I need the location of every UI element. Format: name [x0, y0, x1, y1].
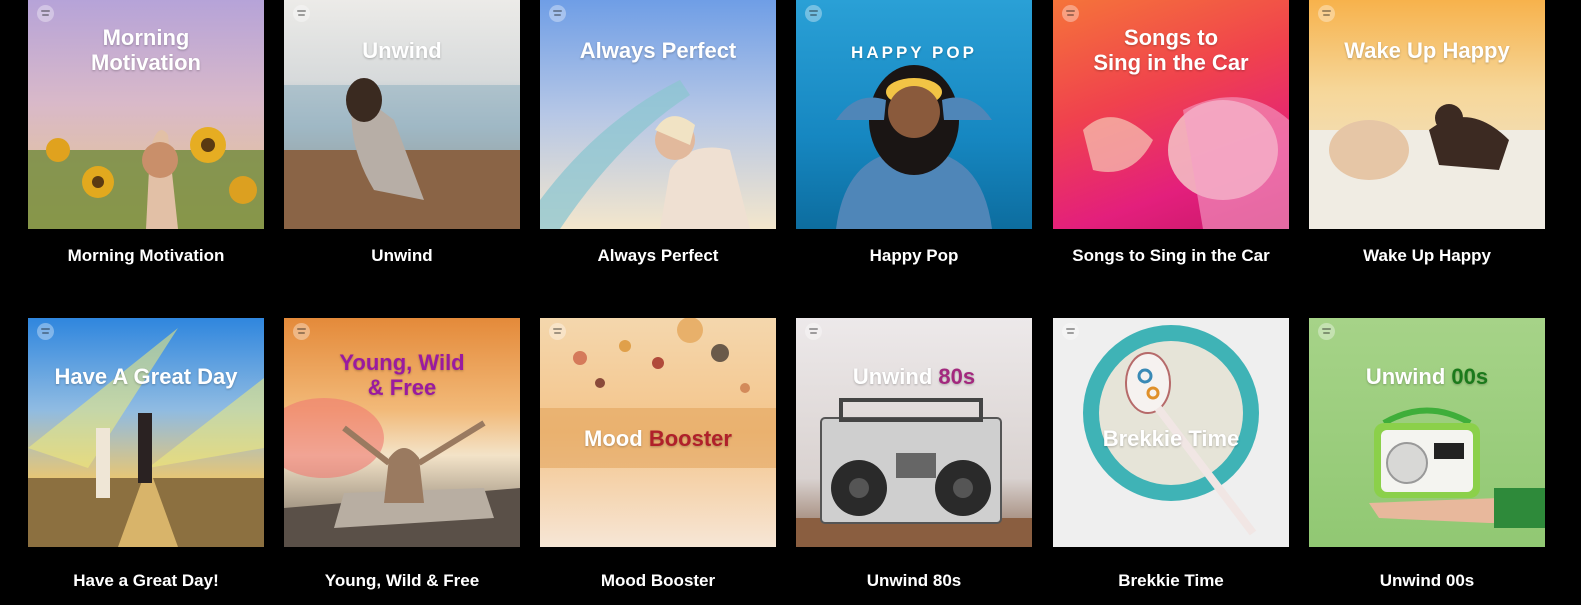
cover-title: Always Perfect [579, 38, 737, 63]
playlist-title[interactable]: Songs to Sing in the Car [1053, 246, 1289, 266]
playlist-title[interactable]: Young, Wild & Free [284, 571, 520, 591]
playlist-title[interactable]: Morning Motivation [28, 246, 264, 266]
playlist-title[interactable]: Mood Booster [540, 571, 776, 591]
playlist-card-unwind-80s[interactable]: Unwind 80s Unwind 80s [796, 318, 1032, 590]
playlist-grid: Morning Motivation Morning Motivation Unw… [0, 0, 1581, 605]
laughing-person-scene-icon [836, 65, 992, 229]
playlist-title[interactable]: Unwind 80s [796, 571, 1032, 591]
cover-title: Wake Up Happy [1344, 38, 1510, 63]
cover-title: Unwind 80s [852, 364, 976, 389]
lake-pier-scene-icon [284, 78, 520, 229]
playlist-cover[interactable]: HAPPY POP [796, 0, 1032, 229]
cover-title: HAPPY POP [851, 43, 977, 62]
playlist-card-always-perfect[interactable]: Always Perfect Always Perfect [540, 0, 776, 265]
playlist-cover[interactable]: Brekkie Time [1053, 318, 1289, 547]
woman-scarf-scene-icon [540, 80, 750, 229]
cover-title: Young, Wild & Free [339, 350, 465, 400]
playlist-card-songs-to-sing-in-the-car[interactable]: Songs to Sing in the Car Songs to Sing in… [1053, 0, 1289, 265]
playlist-card-have-a-great-day[interactable]: Have A Great Day Have a Great Day! [28, 318, 264, 590]
playlist-cover[interactable]: Unwind 00s [1309, 318, 1545, 547]
playlist-cover[interactable]: Songs to Sing in the Car [1053, 0, 1289, 229]
playlist-cover[interactable]: Morning Motivation [28, 0, 264, 229]
playlist-title[interactable]: Have a Great Day! [28, 571, 264, 591]
playlist-cover[interactable]: Unwind 80s [796, 318, 1032, 547]
playlist-cover[interactable]: Young, Wild & Free [284, 318, 520, 547]
dog-bed-scene-icon [1309, 104, 1545, 229]
cover-title: Brekkie Time [1102, 426, 1240, 451]
boombox-icon [796, 398, 1032, 547]
cover-title: Have A Great Day [54, 364, 238, 389]
playlist-card-happy-pop[interactable]: HAPPY POP Happy Pop [796, 0, 1032, 265]
playlist-card-unwind-00s[interactable]: Unwind 00s Unwind 00s [1309, 318, 1545, 590]
cover-title: Songs to Sing in the Car [1093, 25, 1249, 75]
playlist-card-mood-booster[interactable]: Mood Booster Mood Booster [540, 318, 776, 590]
playlist-cover[interactable]: Unwind [284, 0, 520, 229]
playlist-cover[interactable]: Mood Booster [540, 318, 776, 547]
playlist-title[interactable]: Unwind 00s [1309, 571, 1545, 591]
playlist-title[interactable]: Wake Up Happy [1309, 246, 1545, 266]
playlist-card-young-wild-free[interactable]: Young, Wild & Free Young, Wild & Free [284, 318, 520, 590]
playlist-card-unwind[interactable]: Unwind Unwind [284, 0, 520, 265]
radio-icon [1369, 407, 1545, 528]
road-sunlight-scene-icon [28, 328, 264, 547]
playlist-title[interactable]: Unwind [284, 246, 520, 266]
playlist-card-brekkie-time[interactable]: Brekkie Time Brekkie Time [1053, 318, 1289, 590]
cover-title: Morning Motivation [91, 25, 201, 75]
playlist-title[interactable]: Brekkie Time [1053, 571, 1289, 591]
playlist-title[interactable]: Always Perfect [540, 246, 776, 266]
playlist-cover[interactable]: Wake Up Happy [1309, 0, 1545, 229]
playlist-card-morning-motivation[interactable]: Morning Motivation Morning Motivation [28, 0, 264, 265]
cover-title: Mood Booster [584, 426, 732, 451]
playlist-cover[interactable]: Always Perfect [540, 0, 776, 229]
cover-title: Unwind [362, 38, 442, 63]
playlist-cover[interactable]: Have A Great Day [28, 318, 264, 547]
playlist-title[interactable]: Happy Pop [796, 246, 1032, 266]
cover-title: Unwind 00s [1365, 364, 1489, 389]
playlist-card-wake-up-happy[interactable]: Wake Up Happy Wake Up Happy [1309, 0, 1545, 265]
